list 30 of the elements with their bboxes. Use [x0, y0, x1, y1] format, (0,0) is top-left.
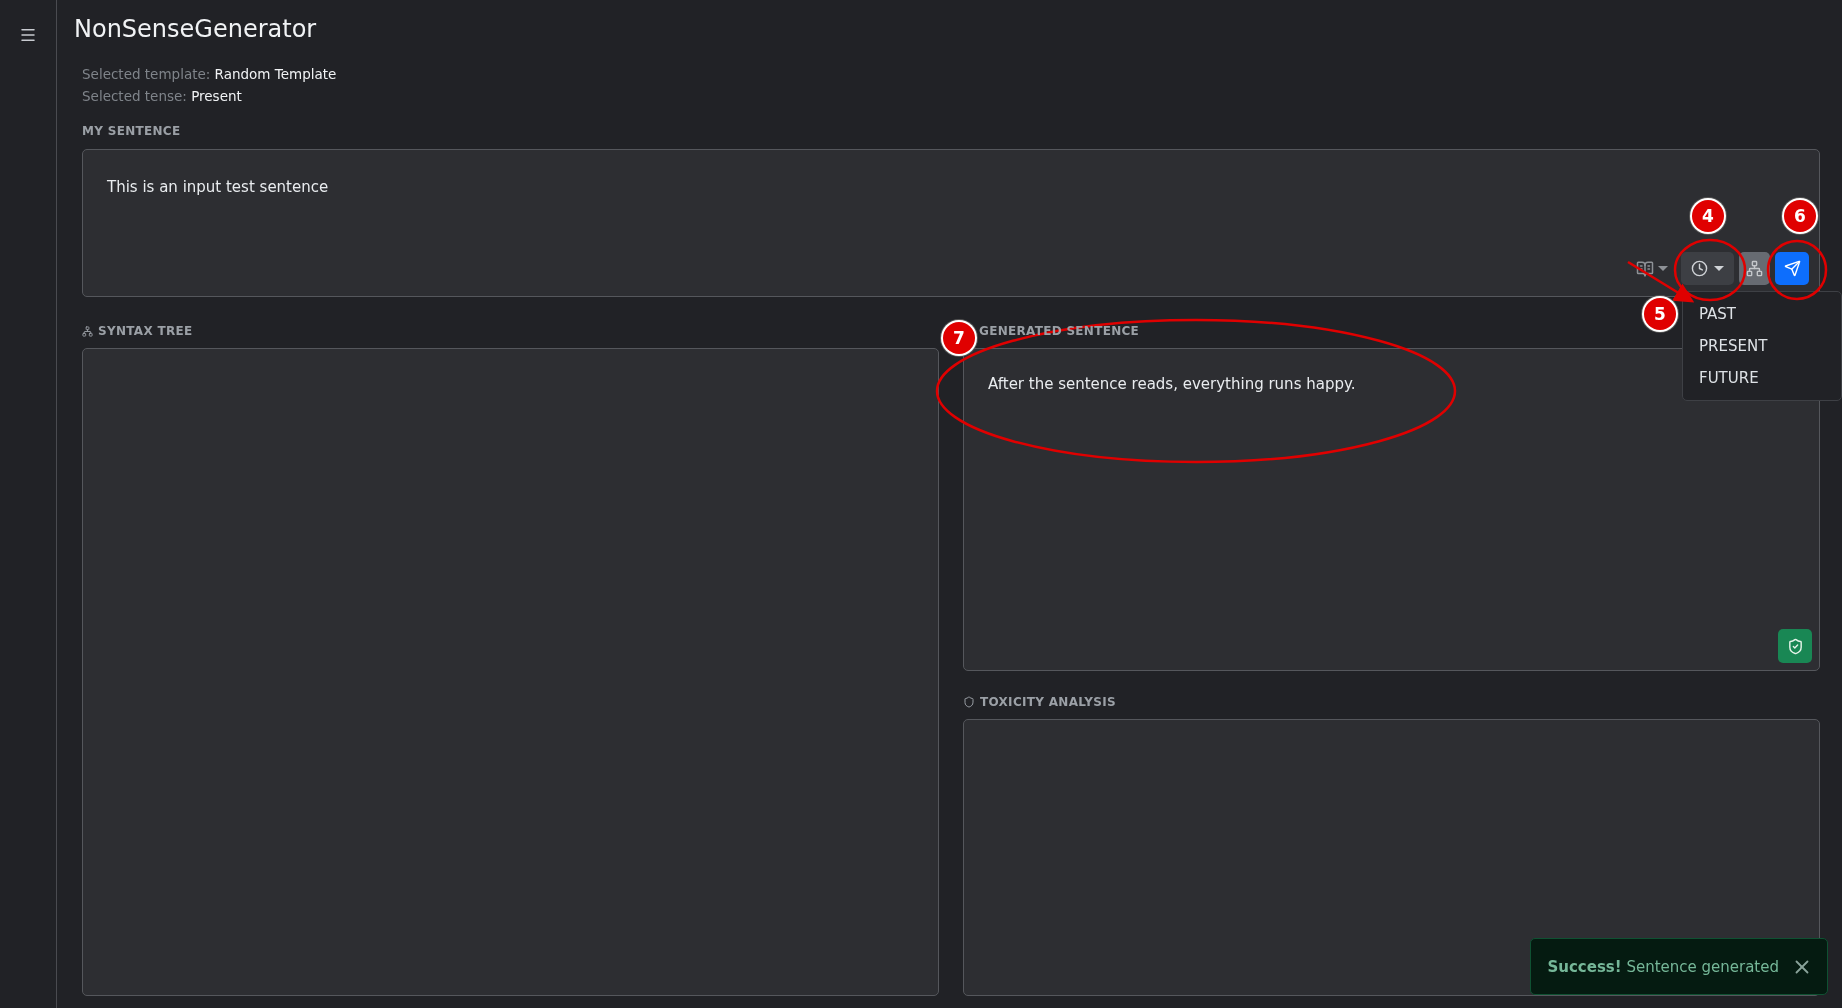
annotation-badge: 4 [1692, 200, 1724, 232]
input-text: This is an input test sentence [107, 178, 329, 196]
shield-check-button[interactable] [1778, 629, 1812, 663]
menu-item[interactable]: FUTURE [1683, 362, 1841, 394]
send-button[interactable] [1775, 252, 1809, 285]
app-title: NonSenseGenerator [74, 14, 318, 44]
menu-item[interactable]: PAST [1683, 298, 1841, 330]
annotation-badge: 7 [943, 322, 975, 354]
menu-item[interactable]: PRESENT [1683, 330, 1841, 362]
menu-icon [19, 26, 37, 44]
shield-icon [963, 696, 975, 708]
clock-icon [1691, 260, 1708, 277]
tree-icon [1746, 260, 1763, 277]
tree-icon [82, 325, 93, 337]
toast-message: Success! Sentence generated [1547, 957, 1779, 976]
book-icon [1636, 259, 1654, 278]
section-label: GENERATED SENTENCE [979, 324, 1140, 338]
send-icon [1783, 260, 1801, 277]
section-label: TOXICITY ANALYSIS [980, 695, 1116, 709]
info-line: Selected template: Random Template [82, 65, 338, 84]
annotation-badge: 5 [1644, 298, 1676, 330]
tense-dropdown[interactable] [1681, 252, 1734, 285]
section-label: SYNTAX TREE [98, 324, 193, 338]
annotation-arrow [1627, 260, 1695, 303]
shield-check-icon [1786, 637, 1804, 655]
annotation-ellipse [1766, 239, 1828, 301]
section-label: MY SENTENCE [82, 124, 181, 138]
generated-text: After the sentence reads, everything runs happy. [988, 375, 1356, 393]
annotation-badge: 6 [1784, 200, 1816, 232]
info-line: Selected tense: Present [82, 87, 243, 106]
